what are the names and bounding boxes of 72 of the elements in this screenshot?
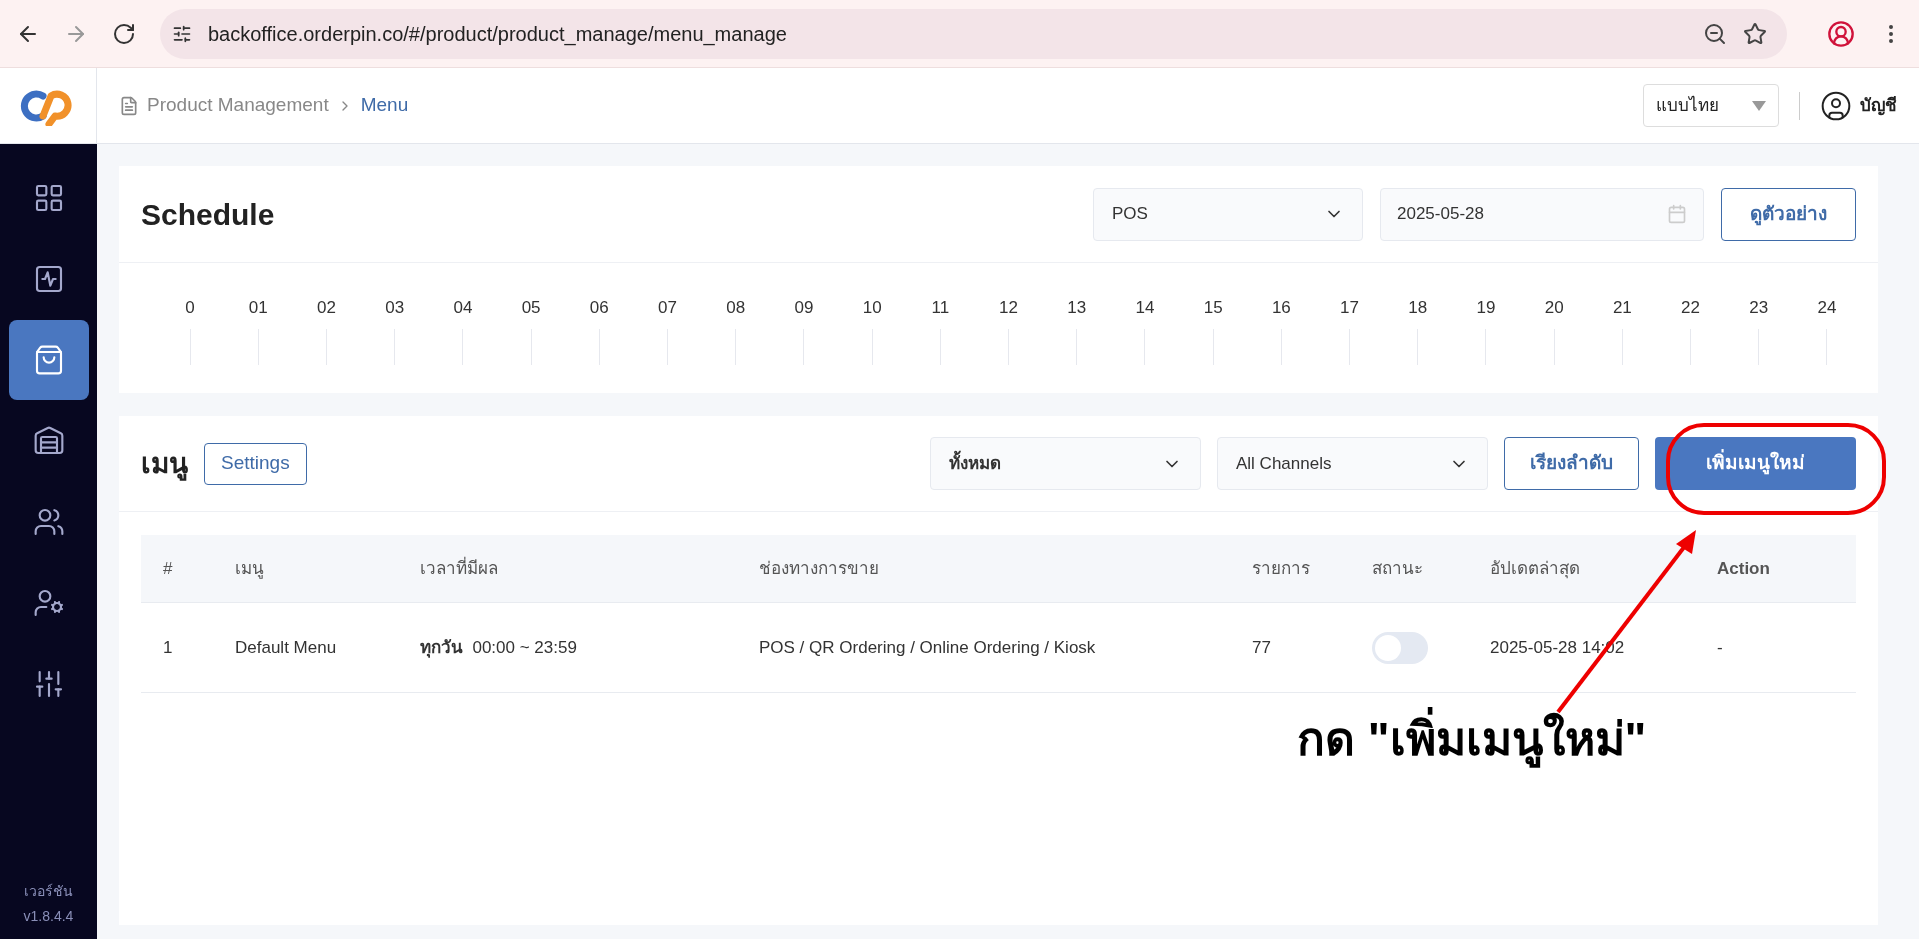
address-bar[interactable]: backoffice.orderpin.co/#/product/product_manage/menu_manage: [160, 8, 1787, 59]
table-cell: Default Menu: [235, 637, 337, 657]
column-header: อัปเดตล่าสุด: [1490, 558, 1580, 578]
card-title: Schedule: [141, 196, 276, 233]
hour-label: 03: [385, 297, 405, 319]
hour-label: 22: [1681, 297, 1701, 319]
table-cell: 1: [163, 637, 173, 657]
account-button[interactable]: บัญชี: [1820, 89, 1897, 122]
building-icon: [32, 425, 65, 457]
hour-label: 24: [1817, 297, 1837, 319]
hour-label: 0: [185, 297, 195, 319]
hour-label: 15: [1203, 297, 1223, 319]
hour-label: 05: [521, 297, 541, 319]
card-title: เมนู: [141, 446, 188, 483]
language-select[interactable]: แบบไทย: [1643, 84, 1779, 127]
users-icon: [32, 506, 65, 538]
hour-label: 18: [1408, 297, 1428, 319]
hour-label: 10: [862, 297, 882, 319]
sidebar-item[interactable]: [8, 320, 89, 400]
hour-label: 14: [1135, 297, 1155, 319]
table-cell: ทุกวัน 00:00 ~ 23:59: [420, 637, 577, 657]
hour-label: 01: [248, 297, 268, 319]
star-icon[interactable]: [1743, 21, 1767, 46]
hour-label: 07: [658, 297, 677, 319]
hour-label: 16: [1271, 297, 1291, 319]
add-menu-button[interactable]: เพิ่มเมนูใหม่: [1655, 437, 1856, 490]
zoom-out-icon[interactable]: [1703, 21, 1727, 46]
hour-label: 13: [1067, 297, 1087, 319]
hour-label: 06: [589, 297, 609, 319]
site-info-icon[interactable]: [172, 23, 192, 44]
column-header: เวลาที่มีผล: [420, 558, 498, 578]
hour-label: 09: [794, 297, 814, 319]
hour-label: 08: [726, 297, 746, 319]
column-header: Action: [1717, 558, 1770, 578]
hour-label: 02: [317, 297, 336, 319]
hour-label: 12: [999, 297, 1018, 319]
channel-select[interactable]: POS: [1093, 187, 1363, 241]
column-header: เมนู: [235, 558, 264, 578]
column-header: ช่องทางการขาย: [759, 558, 879, 578]
hour-label: 04: [453, 297, 473, 319]
breadcrumb-item[interactable]: Product Management: [147, 91, 329, 120]
profile-icon[interactable]: [1827, 19, 1855, 48]
user-settings-icon: [32, 587, 65, 619]
status-toggle[interactable]: [1372, 631, 1428, 664]
caret-icon: [1752, 100, 1766, 111]
table-cell: -: [1717, 637, 1723, 657]
version-number: v1.8.4.4: [23, 907, 74, 926]
sort-button[interactable]: เรียงลำดับ: [1504, 437, 1639, 490]
hour-label: 21: [1612, 297, 1632, 319]
hour-label: 19: [1476, 297, 1496, 319]
filter-select[interactable]: ทั้งหมด: [930, 437, 1201, 490]
breadcrumb-item[interactable]: Menu: [360, 91, 409, 120]
hour-label: 20: [1544, 297, 1564, 319]
user-icon: [1820, 89, 1852, 122]
column-header: รายการ: [1252, 558, 1310, 578]
hour-label: 11: [931, 297, 950, 319]
hour-label: 23: [1749, 297, 1769, 319]
date-field[interactable]: 2025-05-28: [1380, 187, 1704, 241]
column-header: #: [163, 558, 173, 578]
settings-button[interactable]: Settings: [204, 442, 307, 485]
channel-select[interactable]: All Channels: [1217, 437, 1488, 490]
version-label: เวอร์ชัน: [24, 882, 73, 901]
reload-icon[interactable]: [112, 21, 136, 46]
url-text: backoffice.orderpin.co/#/product/product_manage/menu_manage: [208, 21, 788, 48]
table-cell: 77: [1252, 637, 1271, 657]
calendar-icon: [1667, 204, 1687, 224]
hour-label: 17: [1340, 297, 1359, 319]
table-cell: POS / QR Ordering / Online Ordering / Kiosk: [759, 637, 1096, 657]
document-icon: [119, 95, 139, 116]
column-header: สถานะ: [1372, 558, 1423, 578]
annotation-text: กด "เพิ่มเมนูใหม่": [1297, 705, 1647, 774]
preview-button[interactable]: ดูตัวอย่าง: [1721, 187, 1856, 241]
